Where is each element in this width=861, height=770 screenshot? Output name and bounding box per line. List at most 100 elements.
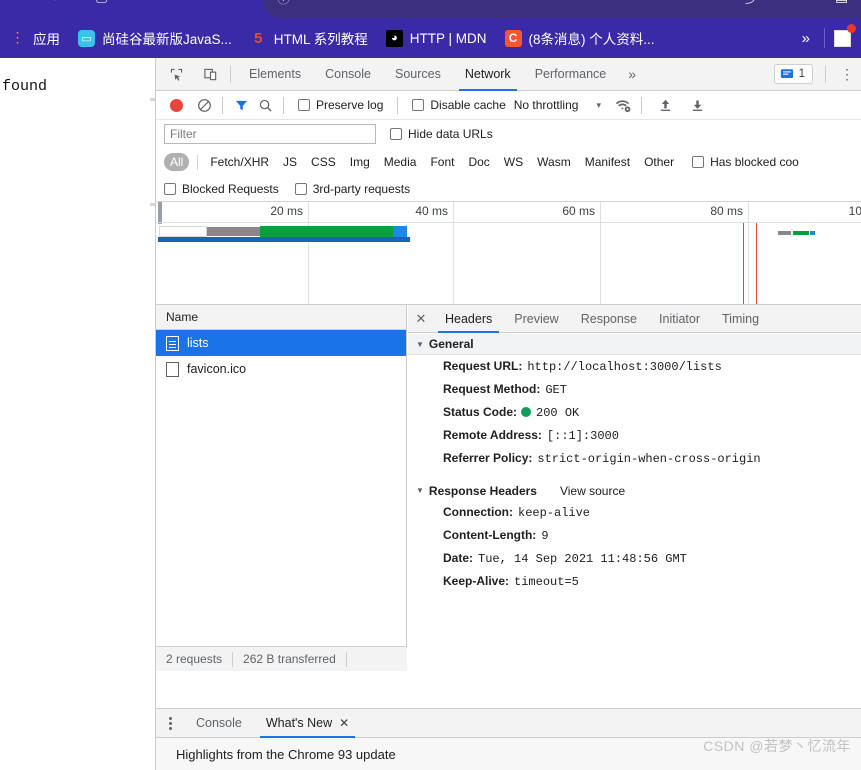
- header-key: Referrer Policy:: [443, 451, 533, 465]
- type-chip-all[interactable]: All: [164, 153, 190, 171]
- drawer-tab-console[interactable]: Console: [184, 709, 254, 738]
- record-button[interactable]: [170, 98, 183, 112]
- network-content: Name lists favicon.ico 2 requests 262 B …: [156, 305, 861, 671]
- bookmark-mdn[interactable]: ◕ HTTP | MDN: [377, 18, 496, 58]
- hide-data-urls-checkbox[interactable]: Hide data URLs: [390, 127, 493, 141]
- drawer-tab-whats-new[interactable]: What's New ✕: [254, 709, 361, 738]
- bilibili-icon: ▭: [78, 29, 95, 47]
- header-value: keep-alive: [518, 506, 591, 520]
- html5-icon: 5: [254, 29, 263, 47]
- overview-bar-queueing: [159, 226, 207, 237]
- blocked-requests-checkbox[interactable]: Blocked Requests: [164, 182, 279, 196]
- tab-performance[interactable]: Performance: [523, 58, 619, 91]
- export-har-icon[interactable]: [686, 94, 710, 116]
- preserve-log-checkbox[interactable]: Preserve log: [298, 98, 383, 112]
- response-headers-section-header[interactable]: ▼ Response Headers View source: [408, 480, 861, 501]
- chevron-down-icon: ▾: [596, 99, 601, 110]
- bookmark-html-tutorial[interactable]: 5 HTML 系列教程: [241, 18, 377, 58]
- general-section-header[interactable]: ▼ General: [408, 334, 861, 355]
- type-chip-media[interactable]: Media: [378, 153, 423, 171]
- checkbox-box: [390, 128, 402, 140]
- type-chip-doc[interactable]: Doc: [462, 153, 495, 171]
- tab-console[interactable]: Console: [313, 58, 383, 91]
- type-chip-other[interactable]: Other: [638, 153, 680, 171]
- header-key: Date:: [443, 551, 474, 565]
- type-chip-js[interactable]: JS: [277, 153, 303, 171]
- overview-bar-total: [158, 237, 410, 242]
- type-chip-manifest[interactable]: Manifest: [579, 153, 636, 171]
- bookmark-apps[interactable]: ⋮ 应用: [0, 18, 69, 58]
- type-chip-wasm[interactable]: Wasm: [531, 153, 577, 171]
- type-chip-font[interactable]: Font: [424, 153, 460, 171]
- network-overview-timeline[interactable]: 20 ms 40 ms 60 ms 80 ms 10: [156, 202, 861, 305]
- overview-left-handle[interactable]: [158, 202, 162, 224]
- table-row[interactable]: lists: [156, 330, 406, 356]
- dom-content-loaded-line: [743, 223, 744, 304]
- type-chip-ws[interactable]: WS: [498, 153, 529, 171]
- type-chip-fetch-xhr[interactable]: Fetch/XHR: [204, 153, 275, 171]
- request-list-header[interactable]: Name: [156, 305, 406, 330]
- overview-bar-waiting: [260, 226, 393, 237]
- devtools-menu-icon[interactable]: ⋮: [832, 66, 861, 83]
- bookmark-bilibili[interactable]: ▭ 尚硅谷最新版JavaS...: [69, 18, 241, 58]
- browser-extension-icon[interactable]: [831, 24, 856, 50]
- filter-icon[interactable]: [229, 94, 253, 116]
- throttling-dropdown[interactable]: No throttling ▾: [514, 98, 601, 112]
- has-blocked-cookies-checkbox[interactable]: Has blocked coo: [692, 155, 799, 169]
- bookmark-csdn[interactable]: C (8条消息) 个人资料...: [496, 18, 664, 58]
- clear-icon[interactable]: [192, 94, 216, 116]
- overview-bar-stalled: [778, 231, 791, 235]
- divider: [283, 96, 284, 114]
- extension-icon[interactable]: ▤: [835, 0, 848, 5]
- request-name: favicon.ico: [187, 362, 247, 376]
- close-icon[interactable]: ✕: [408, 305, 434, 333]
- apps-grid-icon: ⋮: [10, 29, 25, 46]
- device-toolbar-icon[interactable]: [196, 61, 224, 87]
- tab-headers[interactable]: Headers: [434, 305, 503, 333]
- tab-network[interactable]: Network: [453, 58, 523, 91]
- tab-icon[interactable]: ▢: [95, 0, 108, 5]
- third-party-requests-checkbox[interactable]: 3rd-party requests: [294, 181, 411, 196]
- devtools-panel: Elements Console Sources Network Perform…: [155, 58, 861, 770]
- column-header-name: Name: [166, 310, 199, 324]
- requests-count: 2 requests: [166, 652, 223, 666]
- checkbox-box: [294, 182, 307, 195]
- table-row[interactable]: favicon.ico: [156, 356, 406, 382]
- back-icon[interactable]: ‹: [6, 0, 11, 4]
- tab-response[interactable]: Response: [570, 305, 648, 333]
- reload-icon[interactable]: ⟳: [50, 0, 62, 5]
- search-icon[interactable]: [253, 94, 277, 116]
- network-conditions-icon[interactable]: [611, 94, 635, 116]
- issues-button[interactable]: 1: [773, 64, 813, 84]
- web-page-content: t found: [0, 58, 155, 770]
- tab-elements[interactable]: Elements: [237, 58, 313, 91]
- tab-timing[interactable]: Timing: [711, 305, 770, 333]
- third-party-requests-label: 3rd-party requests: [312, 181, 411, 196]
- tab-initiator[interactable]: Initiator: [648, 305, 711, 333]
- more-tabs-icon[interactable]: »: [618, 66, 646, 82]
- header-value: 200 OK: [536, 406, 580, 420]
- filter-input[interactable]: [164, 124, 376, 144]
- tab-preview[interactable]: Preview: [503, 305, 569, 333]
- type-chip-css[interactable]: CSS: [305, 153, 342, 171]
- inspect-element-icon[interactable]: [162, 61, 190, 87]
- drawer-menu-icon[interactable]: [156, 709, 184, 738]
- close-icon[interactable]: ✕: [339, 716, 349, 730]
- filter-row: Hide data URLs: [156, 120, 861, 148]
- divider: [197, 154, 199, 170]
- checkbox-box: [692, 156, 705, 168]
- bookmark-label: (8条消息) 个人资料...: [528, 32, 655, 47]
- import-har-icon[interactable]: [654, 94, 678, 116]
- axis-tick-label: 80 ms: [710, 204, 743, 218]
- tab-sources[interactable]: Sources: [383, 58, 453, 91]
- disable-cache-checkbox[interactable]: Disable cache: [412, 98, 506, 112]
- header-row: Remote Address: [::1]:3000: [408, 424, 861, 447]
- bookmark-label: HTTP | MDN: [409, 30, 487, 46]
- type-chip-img[interactable]: Img: [344, 153, 376, 171]
- cast-icon[interactable]: ▭: [700, 0, 713, 5]
- bookmarks-overflow-icon[interactable]: »: [788, 30, 824, 47]
- share-icon[interactable]: ⤴: [745, 0, 759, 8]
- network-status-bar: 2 requests 262 B transferred: [156, 646, 407, 671]
- info-icon[interactable]: ⓘ: [277, 0, 290, 7]
- view-source-link[interactable]: View source: [560, 484, 625, 498]
